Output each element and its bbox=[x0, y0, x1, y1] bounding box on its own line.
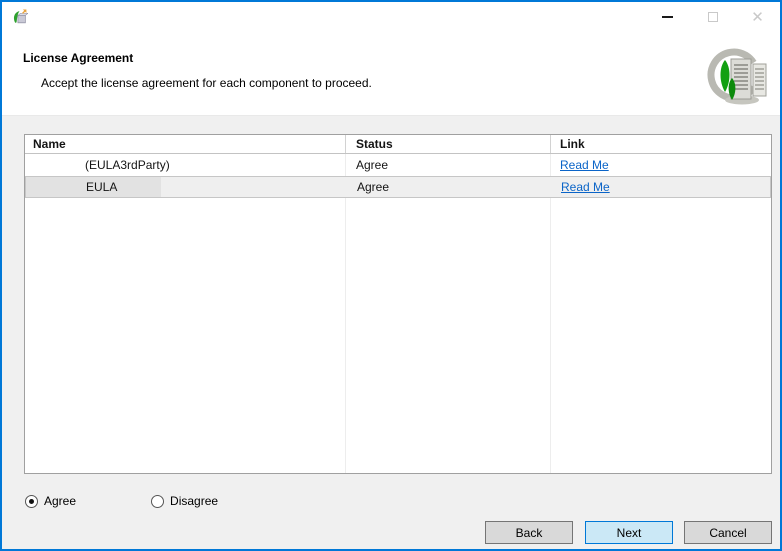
installer-logo-icon bbox=[704, 48, 770, 115]
readme-link[interactable]: Read Me bbox=[561, 180, 610, 194]
cancel-button[interactable]: Cancel bbox=[684, 521, 772, 544]
app-icon bbox=[11, 9, 28, 31]
minimize-button[interactable] bbox=[645, 2, 690, 32]
row-status: Agree bbox=[347, 180, 552, 194]
minimize-icon bbox=[662, 16, 673, 18]
maximize-button[interactable] bbox=[690, 2, 735, 32]
next-button[interactable]: Next bbox=[585, 521, 673, 544]
radio-unselected-icon bbox=[151, 495, 164, 508]
installer-window: ✕ License Agreement Accept the license a… bbox=[0, 0, 782, 551]
agree-radio[interactable]: Agree bbox=[25, 494, 76, 508]
column-header-name[interactable]: Name bbox=[25, 135, 346, 153]
maximize-icon bbox=[708, 12, 718, 22]
row-status: Agree bbox=[346, 158, 551, 172]
page-description: Accept the license agreement for each co… bbox=[41, 76, 372, 90]
close-icon: ✕ bbox=[751, 10, 764, 25]
page-title: License Agreement bbox=[23, 51, 133, 65]
radio-selected-icon bbox=[25, 495, 38, 508]
row-name: EULA bbox=[26, 180, 347, 194]
disagree-radio-label: Disagree bbox=[170, 494, 218, 508]
agreement-radio-group: Agree Disagree bbox=[25, 494, 218, 508]
table-header: Name Status Link bbox=[25, 135, 771, 154]
agree-radio-label: Agree bbox=[44, 494, 76, 508]
back-button[interactable]: Back bbox=[485, 521, 573, 544]
column-header-status[interactable]: Status bbox=[346, 135, 551, 153]
readme-link[interactable]: Read Me bbox=[560, 158, 609, 172]
disagree-radio[interactable]: Disagree bbox=[151, 494, 218, 508]
column-divider bbox=[345, 154, 346, 473]
table-row-eula3rdparty[interactable]: (EULA3rdParty) Agree Read Me bbox=[25, 154, 771, 176]
row-name: (EULA3rdParty) bbox=[25, 158, 346, 172]
window-controls: ✕ bbox=[645, 2, 780, 32]
table-row-eula[interactable]: EULA Agree Read Me bbox=[25, 176, 771, 198]
license-table: Name Status Link (EULA3rdParty) Agree Re… bbox=[24, 134, 772, 474]
column-header-link[interactable]: Link bbox=[551, 135, 771, 153]
close-button[interactable]: ✕ bbox=[735, 2, 780, 32]
column-divider bbox=[550, 154, 551, 473]
